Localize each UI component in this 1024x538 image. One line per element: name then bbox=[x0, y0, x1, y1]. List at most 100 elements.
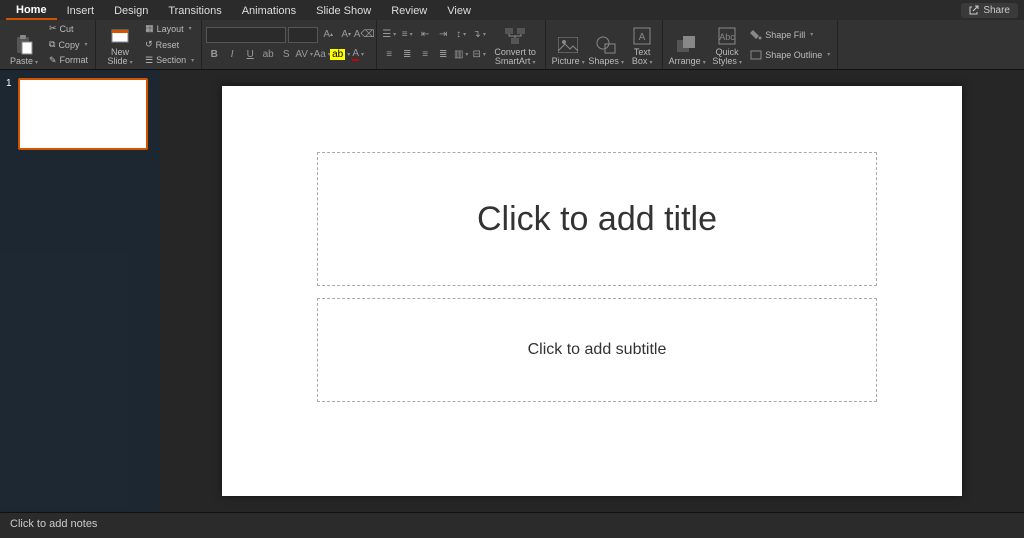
font-family-select[interactable] bbox=[206, 27, 286, 43]
bold-button[interactable]: B bbox=[206, 47, 222, 63]
tab-slideshow[interactable]: Slide Show bbox=[306, 2, 381, 19]
share-icon bbox=[969, 5, 979, 15]
tab-animations[interactable]: Animations bbox=[232, 2, 306, 19]
change-case-button[interactable]: Aa bbox=[314, 47, 330, 63]
justify-button[interactable]: ≣ bbox=[435, 47, 451, 63]
tab-home[interactable]: Home bbox=[6, 1, 57, 20]
tab-review[interactable]: Review bbox=[381, 2, 437, 19]
quick-styles-label: Quick Styles bbox=[712, 48, 742, 66]
copy-icon: ⧉ bbox=[49, 39, 55, 50]
strikethrough-button[interactable]: ab bbox=[260, 47, 276, 63]
arrange-label: Arrange bbox=[669, 57, 706, 66]
font-size-select[interactable] bbox=[288, 27, 318, 43]
title-placeholder-text: Click to add title bbox=[477, 200, 717, 239]
share-label: Share bbox=[983, 5, 1010, 16]
reset-label: Reset bbox=[156, 40, 180, 50]
group-arrange: Arrange Abc Quick Styles Shape Fill Shap… bbox=[663, 20, 838, 69]
group-clipboard: Paste ✂ Cut ⧉ Copy ✎ Format bbox=[0, 20, 96, 69]
notes-pane[interactable]: Click to add notes bbox=[0, 512, 1024, 538]
numbering-button[interactable]: ≡ bbox=[399, 27, 415, 43]
increase-indent-button[interactable]: ⇥ bbox=[435, 27, 451, 43]
line-spacing-button[interactable]: ↕ bbox=[453, 27, 469, 43]
group-slides: New Slide ▦ Layout ↺ Reset ☰ Section bbox=[96, 20, 202, 69]
section-icon: ☰ bbox=[145, 55, 153, 66]
subtitle-placeholder-text: Click to add subtitle bbox=[528, 341, 667, 359]
new-slide-icon bbox=[110, 26, 130, 46]
text-direction-button[interactable]: ↴ bbox=[471, 27, 487, 43]
reset-button[interactable]: ↺ Reset bbox=[142, 38, 197, 52]
tab-design[interactable]: Design bbox=[104, 2, 158, 19]
char-spacing-button[interactable]: AV bbox=[296, 47, 312, 63]
increase-font-button[interactable]: A▴ bbox=[320, 27, 336, 43]
paste-button[interactable]: Paste bbox=[4, 22, 44, 68]
align-right-button[interactable]: ≡ bbox=[417, 47, 433, 63]
shape-outline-button[interactable]: Shape Outline bbox=[747, 48, 833, 62]
slide-thumbnail-1[interactable]: 1 bbox=[6, 78, 154, 150]
convert-smartart-button[interactable]: Convert to SmartArt bbox=[489, 22, 541, 68]
decrease-indent-button[interactable]: ⇤ bbox=[417, 27, 433, 43]
share-button[interactable]: Share bbox=[961, 3, 1018, 18]
new-slide-button[interactable]: New Slide bbox=[100, 22, 140, 68]
section-button[interactable]: ☰ Section bbox=[142, 53, 197, 67]
copy-label: Copy bbox=[58, 40, 79, 50]
group-paragraph: ☰ ≡ ⇤ ⇥ ↕ ↴ ≡ ≣ ≡ ≣ ▥ ⊟ bbox=[377, 20, 546, 69]
arrange-button[interactable]: Arrange bbox=[667, 22, 707, 68]
shape-outline-label: Shape Outline bbox=[765, 50, 822, 60]
section-label: Section bbox=[156, 55, 186, 65]
thumbnail-number: 1 bbox=[6, 78, 14, 150]
layout-icon: ▦ bbox=[145, 23, 154, 34]
tab-insert[interactable]: Insert bbox=[57, 2, 105, 19]
picture-icon bbox=[558, 35, 578, 55]
font-color-button[interactable]: A bbox=[350, 47, 366, 63]
shape-fill-button[interactable]: Shape Fill bbox=[747, 28, 833, 42]
italic-button[interactable]: I bbox=[224, 47, 240, 63]
ribbon: Paste ✂ Cut ⧉ Copy ✎ Format bbox=[0, 20, 1024, 70]
arrange-icon bbox=[677, 35, 697, 55]
notes-placeholder-text: Click to add notes bbox=[10, 518, 97, 530]
format-painter-button[interactable]: ✎ Format bbox=[46, 53, 91, 67]
svg-text:A: A bbox=[639, 32, 646, 43]
smartart-label: Convert to SmartArt bbox=[494, 48, 536, 66]
slide-canvas-area[interactable]: Click to add title Click to add subtitle bbox=[160, 70, 1024, 512]
slide[interactable]: Click to add title Click to add subtitle bbox=[222, 86, 962, 496]
paste-label: Paste bbox=[10, 57, 38, 66]
shadow-button[interactable]: S bbox=[278, 47, 294, 63]
layout-button[interactable]: ▦ Layout bbox=[142, 22, 197, 36]
align-text-button[interactable]: ⊟ bbox=[471, 47, 487, 63]
reset-icon: ↺ bbox=[145, 39, 153, 50]
columns-button[interactable]: ▥ bbox=[453, 47, 469, 63]
shapes-icon bbox=[596, 35, 616, 55]
quick-styles-icon: Abc bbox=[717, 26, 737, 46]
new-slide-label: New Slide bbox=[108, 48, 133, 66]
tab-transitions[interactable]: Transitions bbox=[158, 2, 231, 19]
picture-button[interactable]: Picture bbox=[550, 22, 586, 68]
svg-text:Abc: Abc bbox=[719, 32, 735, 42]
cut-button[interactable]: ✂ Cut bbox=[46, 22, 91, 36]
bullets-button[interactable]: ☰ bbox=[381, 27, 397, 43]
cut-label: Cut bbox=[60, 24, 74, 34]
decrease-font-button[interactable]: A▾ bbox=[338, 27, 354, 43]
align-left-button[interactable]: ≡ bbox=[381, 47, 397, 63]
subtitle-placeholder[interactable]: Click to add subtitle bbox=[317, 298, 877, 402]
underline-button[interactable]: U bbox=[242, 47, 258, 63]
shapes-button[interactable]: Shapes bbox=[588, 22, 624, 68]
thumbnail-preview[interactable] bbox=[18, 78, 148, 150]
highlight-button[interactable]: ab bbox=[332, 47, 348, 63]
title-placeholder[interactable]: Click to add title bbox=[317, 152, 877, 286]
tab-view[interactable]: View bbox=[437, 2, 481, 19]
workspace: 1 Click to add title Click to add subtit… bbox=[0, 70, 1024, 512]
format-label: Format bbox=[60, 55, 89, 65]
textbox-button[interactable]: A Text Box bbox=[626, 22, 658, 68]
picture-label: Picture bbox=[552, 57, 585, 66]
paste-icon bbox=[14, 35, 34, 55]
quick-styles-button[interactable]: Abc Quick Styles bbox=[709, 22, 745, 68]
layout-label: Layout bbox=[157, 24, 184, 34]
group-font: A▴ A▾ A⌫ B I U ab S AV Aa ab A bbox=[202, 20, 377, 69]
shape-fill-icon bbox=[750, 30, 762, 40]
clear-formatting-button[interactable]: A⌫ bbox=[356, 27, 372, 43]
copy-button[interactable]: ⧉ Copy bbox=[46, 38, 91, 52]
align-center-button[interactable]: ≣ bbox=[399, 47, 415, 63]
textbox-label: Text Box bbox=[632, 48, 653, 66]
smartart-icon bbox=[505, 26, 525, 46]
format-painter-icon: ✎ bbox=[49, 55, 57, 66]
